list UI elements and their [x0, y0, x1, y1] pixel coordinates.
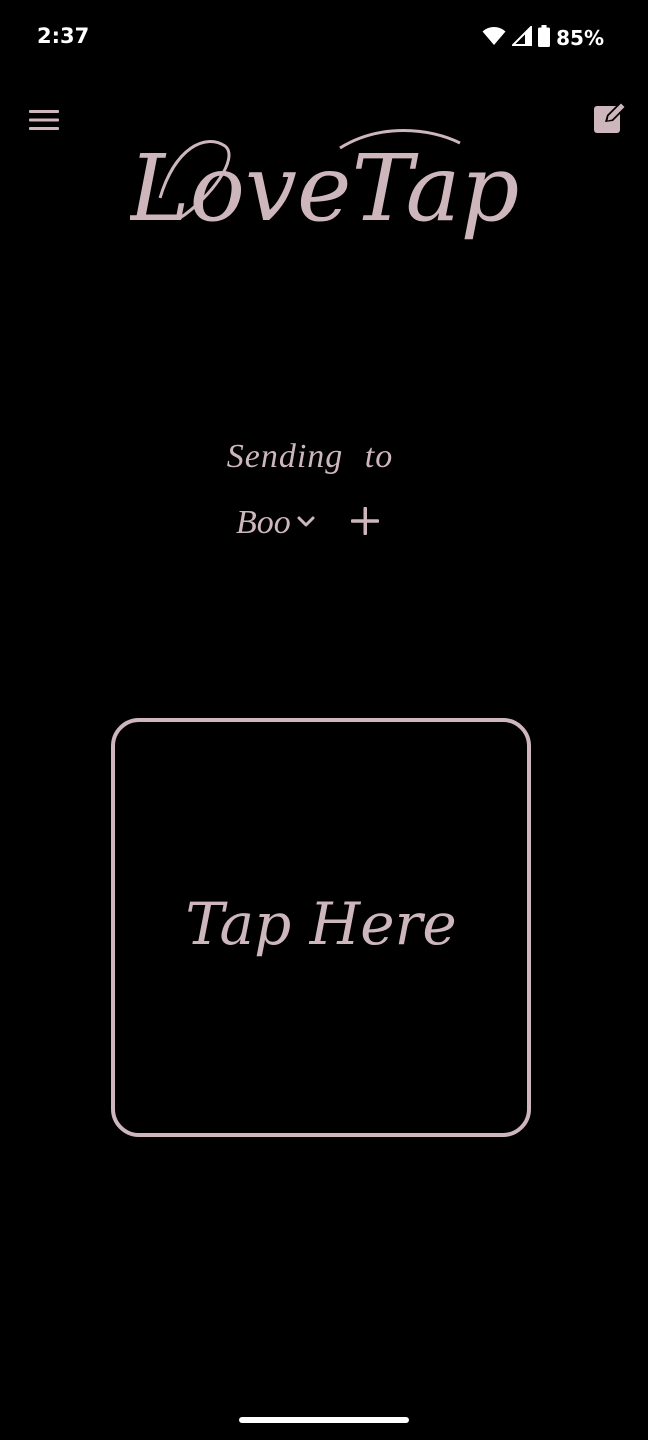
battery-percentage: 85% — [556, 26, 604, 50]
edit-button[interactable] — [586, 96, 634, 144]
home-indicator[interactable] — [239, 1417, 409, 1423]
recipient-row: Boo — [236, 498, 385, 548]
edit-square-icon — [592, 100, 628, 140]
recipient-dropdown[interactable]: Boo — [236, 504, 317, 542]
recipient-name: Boo — [236, 504, 291, 541]
tap-here-label: Tap Here — [185, 889, 457, 958]
status-icons: 85% — [482, 24, 604, 52]
app-title: LoveTap — [130, 135, 518, 242]
plus-icon — [349, 505, 381, 541]
menu-button[interactable] — [20, 98, 68, 146]
add-recipient-button[interactable] — [345, 503, 385, 543]
app-logo: LoveTap — [130, 129, 518, 242]
chevron-down-icon — [295, 510, 317, 536]
tap-here-button[interactable]: Tap Here — [111, 718, 531, 1137]
status-time: 2:37 — [37, 24, 90, 48]
battery-icon — [538, 25, 551, 51]
hamburger-menu-icon — [28, 108, 60, 136]
status-bar: 2:37 85% — [0, 0, 648, 76]
wifi-icon — [482, 26, 506, 50]
sending-to-label: Sending to — [226, 438, 394, 475]
cellular-signal-icon — [510, 24, 533, 50]
